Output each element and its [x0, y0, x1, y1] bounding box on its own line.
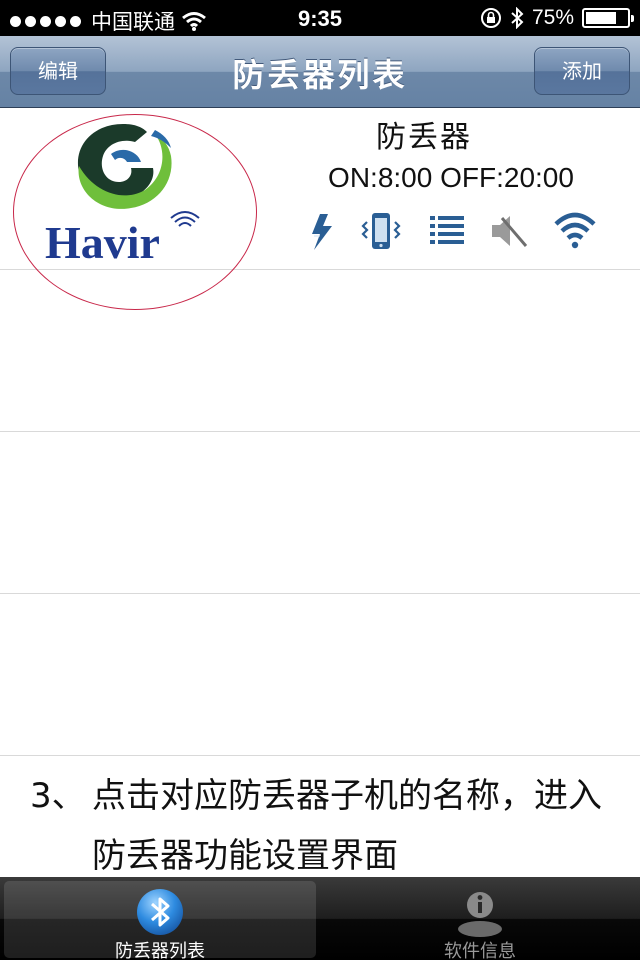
logo-text: Havir: [45, 217, 160, 268]
status-right: 75%: [480, 6, 634, 30]
wifi-signal-icon: [554, 212, 596, 249]
device-name[interactable]: 防丢器: [300, 112, 548, 156]
lightning-icon: [312, 214, 332, 250]
bluetooth-icon: [137, 889, 183, 935]
device-schedule: ON:8:00 OFF:20:00: [328, 162, 574, 193]
tab-software-info[interactable]: 软件信息: [324, 881, 636, 962]
instruction-text: 3、 点击对应防丢器子机的名称，进入 防丢器功能设置界面: [30, 766, 640, 886]
bluetooth-icon: [511, 7, 524, 29]
device-row[interactable]: Havir 防丢器 ON:8:00 OFF:20:00: [0, 108, 640, 310]
info-person-icon: [458, 892, 502, 937]
mute-icon: [492, 216, 528, 247]
status-bar: 中国联通 9:35 75%: [0, 0, 640, 36]
battery-percent: 75%: [531, 6, 574, 29]
tab-device-list-label: 防丢器列表: [115, 941, 205, 962]
tab-bar: 防丢器列表 软件信息: [0, 877, 640, 962]
empty-list-row[interactable]: [0, 270, 640, 432]
battery-icon: [582, 8, 634, 28]
navigation-bar: 编辑 防丢器列表 添加: [0, 36, 640, 108]
instruction-number: 3、: [30, 776, 86, 816]
empty-list-row[interactable]: [0, 432, 640, 594]
battery-fill: [586, 12, 616, 24]
tab-device-list[interactable]: 防丢器列表: [4, 881, 316, 962]
instruction-line-1: 点击对应防丢器子机的名称，进入: [92, 776, 602, 816]
device-status-icons: [300, 208, 610, 256]
rotation-lock-icon: [480, 8, 501, 28]
tab-software-info-label: 软件信息: [444, 941, 516, 962]
add-button[interactable]: 添加: [534, 47, 630, 95]
list-icon: [430, 216, 464, 244]
vibrate-phone-icon: [361, 213, 401, 249]
empty-list-row[interactable]: [0, 594, 640, 756]
